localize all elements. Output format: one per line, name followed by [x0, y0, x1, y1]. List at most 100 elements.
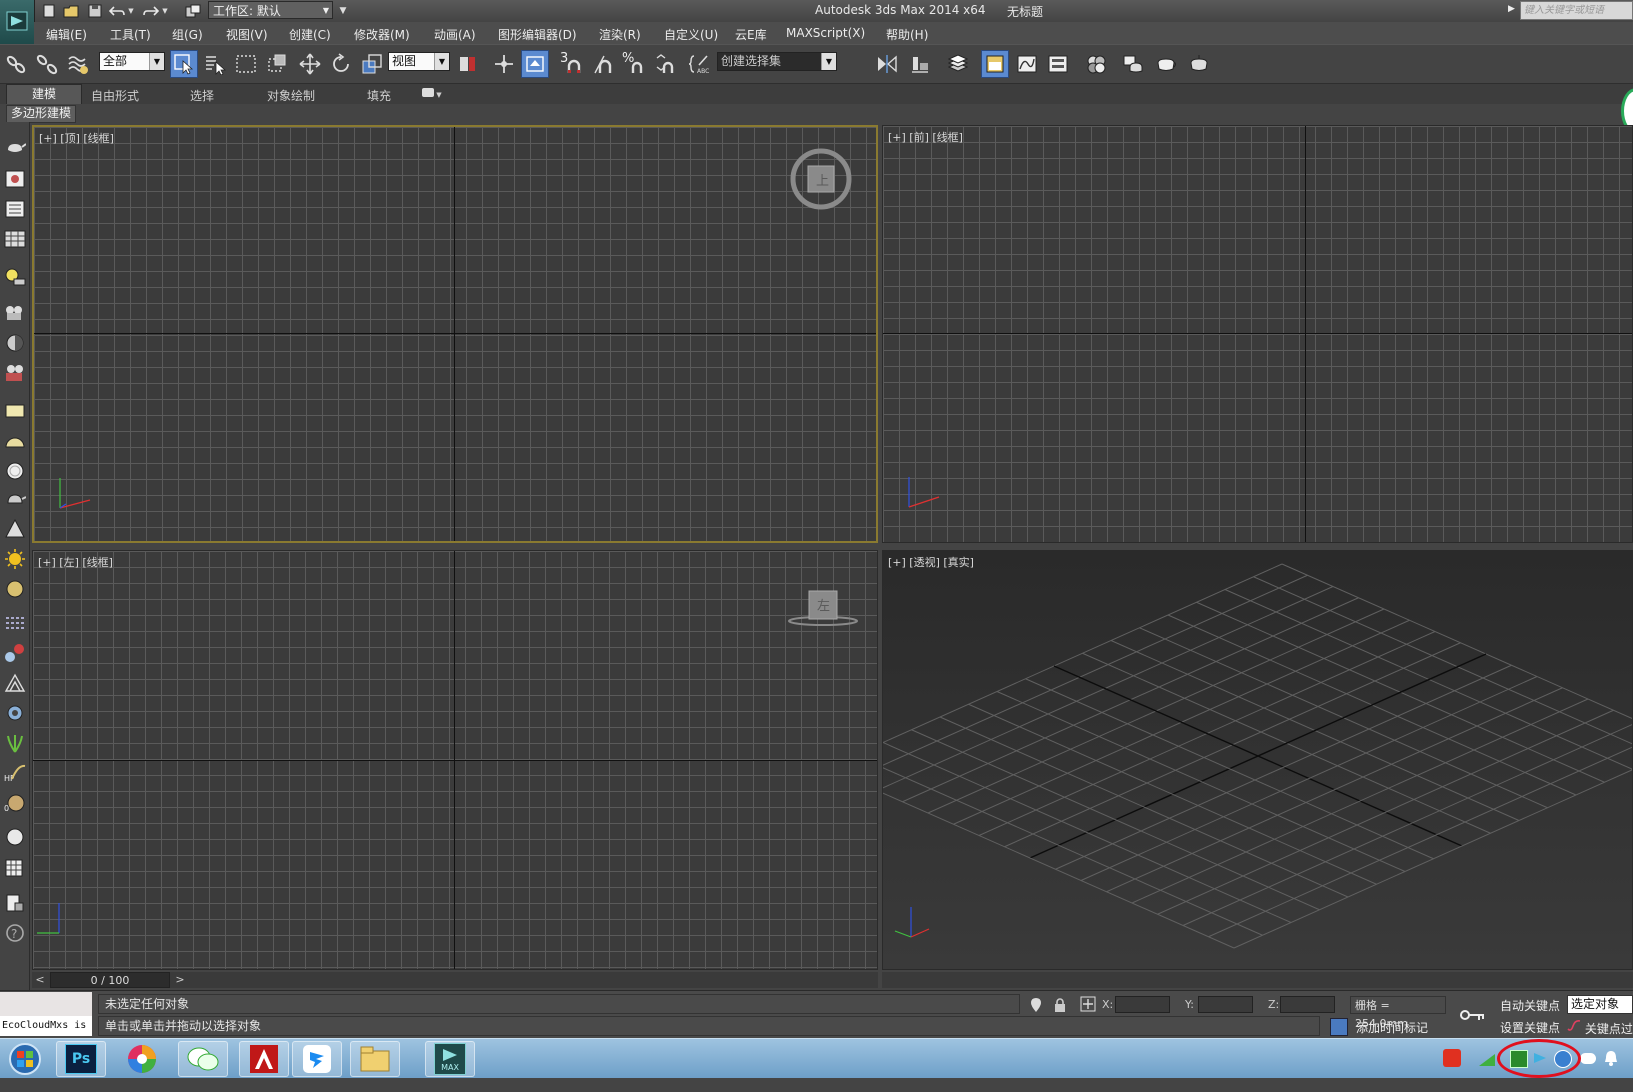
menu-help[interactable]: 帮助(H)	[886, 26, 928, 43]
menu-cloud-library[interactable]: 云E库	[735, 26, 767, 43]
mirror-icon[interactable]	[873, 50, 901, 78]
autocad-task-icon[interactable]	[239, 1041, 289, 1077]
particles-icon[interactable]	[3, 612, 27, 634]
cloud-tray-icon[interactable]	[1580, 1053, 1596, 1064]
white-sphere-icon[interactable]	[3, 826, 27, 848]
viewport-top[interactable]: [+] [顶] [线框] 上	[32, 125, 878, 543]
add-time-tag-button[interactable]: 添加时间标记	[1356, 1019, 1428, 1036]
light-bulb-icon[interactable]	[3, 266, 27, 288]
open-file-icon[interactable]	[62, 2, 80, 19]
document-stack-icon[interactable]	[3, 892, 27, 914]
pivot-center-icon[interactable]	[454, 50, 482, 78]
search-expand-icon[interactable]: ▶	[1508, 4, 1515, 14]
menu-animation[interactable]: 动画(A)	[434, 26, 476, 43]
tab-selection[interactable]: 选择	[190, 87, 214, 104]
align-icon[interactable]	[906, 50, 934, 78]
reference-coordinate-dropdown[interactable]: 视图 ▼	[388, 52, 450, 71]
menu-graph-editors[interactable]: 图形编辑器(D)	[498, 26, 577, 43]
dingtalk-task-icon[interactable]	[292, 1041, 342, 1077]
select-object-icon[interactable]	[170, 50, 198, 78]
undo-icon[interactable]	[108, 2, 126, 19]
foliage-icon[interactable]	[3, 732, 27, 754]
maxscript-input-line[interactable]: EcoCloudMxs is	[0, 1016, 92, 1036]
schematic-view-icon[interactable]	[1044, 50, 1072, 78]
time-slider[interactable]: < 0 / 100 >	[32, 972, 878, 988]
angle-snap-icon[interactable]	[589, 50, 617, 78]
start-orb-icon[interactable]	[0, 1041, 50, 1077]
new-file-icon[interactable]	[40, 2, 58, 19]
helper-dial-icon[interactable]	[3, 332, 27, 354]
workspace-dropdown[interactable]: 工作区: 默认 ▼	[208, 1, 333, 19]
3dsmax-task-icon[interactable]: MAX	[425, 1041, 475, 1077]
menu-tools[interactable]: 工具(T)	[110, 26, 151, 43]
edit-named-selection-icon[interactable]: ABC	[686, 50, 714, 78]
network-icon[interactable]	[1478, 1053, 1496, 1067]
tab-populate[interactable]: 填充	[367, 87, 391, 104]
gear-icon[interactable]	[3, 702, 27, 724]
time-tag-icon[interactable]	[1330, 1018, 1348, 1036]
layer-manager-icon[interactable]	[944, 50, 972, 78]
bridge-icon[interactable]	[3, 672, 27, 694]
dome-primitive-icon[interactable]	[3, 430, 27, 452]
cone-primitive-icon[interactable]	[3, 518, 27, 540]
skylight-sphere-icon[interactable]	[3, 578, 27, 600]
named-selection-sets-dropdown[interactable]: 创建选择集 ▼	[717, 52, 837, 71]
viewport-image-icon[interactable]	[3, 168, 27, 190]
menu-customize[interactable]: 自定义(U)	[664, 26, 718, 43]
rectangular-selection-icon[interactable]	[232, 50, 260, 78]
coord-z-input[interactable]	[1280, 996, 1335, 1013]
isolate-selection-icon[interactable]	[1030, 997, 1042, 1016]
viewport-left[interactable]: [+] [左] [线框] 左	[32, 550, 878, 970]
menu-modifiers[interactable]: 修改器(M)	[354, 26, 410, 43]
menu-edit[interactable]: 编辑(E)	[46, 26, 87, 43]
teapot-icon[interactable]	[3, 136, 27, 158]
menu-group[interactable]: 组(G)	[172, 26, 203, 43]
list-panel-icon[interactable]	[3, 198, 27, 220]
selection-lock-icon[interactable]	[1054, 998, 1066, 1015]
percent-snap-icon[interactable]: %	[620, 50, 648, 78]
coord-x-input[interactable]	[1115, 996, 1170, 1013]
redo-dropdown-icon[interactable]: ▼	[160, 2, 170, 19]
qa-customize-icon[interactable]: ▼	[337, 2, 349, 19]
menu-create[interactable]: 创建(C)	[289, 26, 331, 43]
set-key-button[interactable]	[1453, 996, 1491, 1034]
material-editor-icon[interactable]	[1082, 50, 1110, 78]
notification-bell-icon[interactable]	[1604, 1050, 1618, 1066]
time-slider-next-button[interactable]: >	[174, 973, 186, 987]
track-bar[interactable]	[882, 972, 1633, 988]
viewcube-left[interactable]: 左	[785, 589, 861, 629]
key-filters-button[interactable]: 关键点过滤器	[1585, 1022, 1633, 1036]
select-and-link-icon[interactable]	[2, 50, 30, 78]
tab-freeform[interactable]: 自由形式	[91, 87, 139, 104]
compound-object-icon[interactable]	[3, 642, 27, 664]
viewport-front-label[interactable]: [+] [前] [线框]	[888, 129, 963, 145]
auto-key-button[interactable]: 自动关键点	[1500, 997, 1560, 1014]
tab-object-paint[interactable]: 对象绘制	[267, 87, 315, 104]
app-menu-button[interactable]	[0, 0, 35, 44]
help-search-input[interactable]: 键入关键字或短语	[1520, 1, 1633, 20]
window-crossing-icon[interactable]	[263, 50, 291, 78]
unlink-selection-icon[interactable]	[33, 50, 61, 78]
help-icon[interactable]: ?	[3, 922, 27, 944]
viewport-front[interactable]: [+] [前] [线框]	[882, 125, 1633, 543]
set-key-mode-button[interactable]: 设置关键点	[1500, 1019, 1560, 1036]
select-by-name-icon[interactable]	[201, 50, 229, 78]
polygon-modeling-panel[interactable]: 多边形建模	[6, 105, 76, 123]
undo-dropdown-icon[interactable]: ▼	[126, 2, 136, 19]
select-and-move-icon[interactable]	[296, 50, 324, 78]
selection-filter-dropdown[interactable]: 全部 ▼	[99, 52, 165, 71]
cloth-icon[interactable]: 0	[3, 792, 27, 814]
viewport-top-label[interactable]: [+] [顶] [线框]	[39, 130, 114, 146]
camera-icon[interactable]	[3, 302, 27, 324]
menu-views[interactable]: 视图(V)	[226, 26, 268, 43]
save-icon[interactable]	[86, 2, 104, 19]
select-and-rotate-icon[interactable]	[327, 50, 355, 78]
menu-maxscript[interactable]: MAXScript(X)	[786, 26, 865, 40]
time-slider-thumb[interactable]: 0 / 100	[50, 972, 170, 988]
viewport-perspective-label[interactable]: [+] [透视] [真实]	[888, 554, 974, 570]
render-production-icon[interactable]	[1185, 50, 1213, 78]
absolute-mode-transform-icon[interactable]	[1080, 996, 1096, 1015]
graphite-toolset-icon[interactable]	[981, 50, 1009, 78]
teapot-primitive-icon[interactable]	[3, 488, 27, 510]
spreadsheet-icon[interactable]	[3, 228, 27, 250]
